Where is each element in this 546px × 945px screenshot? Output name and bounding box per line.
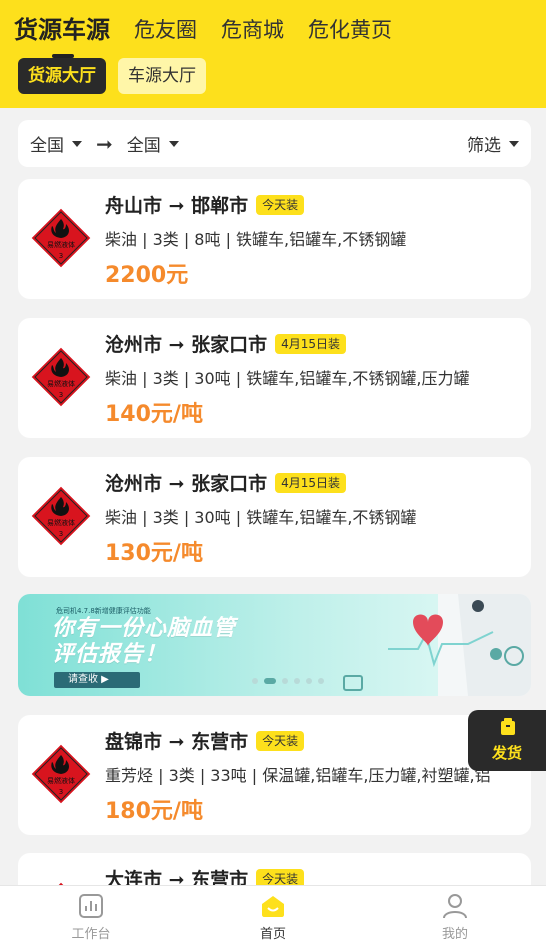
nav-label: 我的 <box>441 927 468 942</box>
home-icon <box>262 896 284 917</box>
carousel-dot <box>294 678 300 684</box>
listing-card[interactable]: 易燃液体 3 舟山市 ➞ 邯郸市 今天装 柴油 | 3类 | 8吨 | 铁罐车,… <box>18 179 531 299</box>
price: 140元/吨 <box>105 402 203 427</box>
route: 盘锦市 ➞ 东营市 今天装 <box>105 727 305 754</box>
nav-label: 工作台 <box>71 927 111 942</box>
hazard-text: 易燃液体 <box>47 518 75 527</box>
carousel-dot <box>318 678 324 684</box>
publish-cargo-button[interactable]: 发货 <box>468 710 546 771</box>
cargo-detail: 柴油 | 3类 | 30吨 | 铁罐车,铝罐车,不锈钢罐,压力罐 <box>105 369 470 388</box>
hazard-class: 3 <box>59 391 63 399</box>
route-text: 盘锦市 ➞ 东营市 <box>105 731 249 753</box>
nav-home[interactable]: 首页 <box>182 886 364 945</box>
carousel-dot <box>282 678 288 684</box>
listing-card[interactable]: 易燃液体 3 沧州市 ➞ 张家口市 4月15日装 柴油 | 3类 | 30吨 |… <box>18 318 531 438</box>
carousel-dots <box>252 678 330 684</box>
caret-down-icon <box>168 140 179 147</box>
route: 沧州市 ➞ 张家口市 4月15日装 <box>105 469 347 496</box>
arrow-right-icon: ➞ <box>96 131 113 156</box>
origin-label: 全国 <box>30 136 64 156</box>
loading-date-badge: 今天装 <box>256 730 305 751</box>
carousel-dot <box>306 678 312 684</box>
promo-banner[interactable]: 危司机4.7.8新增健康评估功能 你有一份心脑血管 评估报告！ 请查收 ▶ <box>18 594 531 696</box>
loading-date-badge: 4月15日装 <box>275 333 347 354</box>
route-text: 舟山市 ➞ 邯郸市 <box>105 195 249 217</box>
banner-title: 你有一份心脑血管 评估报告！ <box>52 616 236 668</box>
publish-label: 发货 <box>491 744 522 762</box>
header: 货源车源 危友圈 危商城 危化黄页 货源大厅 车源大厅 <box>0 0 546 108</box>
caret-down-icon <box>509 140 519 147</box>
tab-mall[interactable]: 危商城 <box>221 14 284 46</box>
banner-caption: 危司机4.7.8新增健康评估功能 <box>56 607 151 615</box>
nav-profile[interactable]: 我的 <box>364 886 546 945</box>
subtab-cargo-hall[interactable]: 货源大厅 <box>18 58 106 94</box>
hazard-class: 3 <box>59 530 63 538</box>
hazard-text: 易燃液体 <box>47 776 75 785</box>
cargo-detail: 柴油 | 3类 | 30吨 | 铁罐车,铝罐车,不锈钢罐 <box>105 508 417 527</box>
route-text: 沧州市 ➞ 张家口市 <box>105 473 268 495</box>
user-icon <box>443 894 467 919</box>
top-tabs: 货源车源 危友圈 危商城 危化黄页 <box>14 14 416 58</box>
tab-yellow-pages[interactable]: 危化黄页 <box>308 14 392 46</box>
origin-select[interactable]: 全国 <box>30 131 82 156</box>
destination-select[interactable]: 全国 <box>127 131 179 156</box>
nav-workbench[interactable]: 工作台 <box>0 886 182 945</box>
doctor-heart-illustration <box>343 594 531 696</box>
listing-card[interactable]: 易燃液体 3 盘锦市 ➞ 东营市 今天装 重芳烃 | 3类 | 33吨 | 保温… <box>18 715 531 835</box>
flammable-liquid-icon: 易燃液体 3 <box>30 743 92 805</box>
carousel-dot <box>252 678 258 684</box>
package-icon <box>501 718 515 735</box>
banner-cta-button[interactable]: 请查收 ▶ <box>54 672 140 688</box>
route-text: 沧州市 ➞ 张家口市 <box>105 334 268 356</box>
route: 舟山市 ➞ 邯郸市 今天装 <box>105 191 305 218</box>
tab-community[interactable]: 危友圈 <box>134 14 197 46</box>
carousel-dot-active <box>264 678 276 684</box>
price: 180元/吨 <box>105 799 203 824</box>
caret-down-icon <box>72 140 82 147</box>
price: 130元/吨 <box>105 541 203 566</box>
bottom-nav: 工作台 首页 我的 <box>0 885 546 945</box>
flammable-liquid-icon: 易燃液体 3 <box>30 346 92 408</box>
sub-tabs: 货源大厅 车源大厅 <box>18 58 218 94</box>
destination-label: 全国 <box>126 136 161 156</box>
hazard-class: 3 <box>59 788 63 796</box>
banner-title-line1: 你有一份心脑血管 <box>52 616 237 641</box>
hazard-class: 3 <box>59 252 63 260</box>
hazard-text: 易燃液体 <box>47 240 75 249</box>
filter-button[interactable]: 筛选 <box>467 131 519 156</box>
banner-title-line2: 评估报告！ <box>52 642 168 667</box>
cargo-detail: 重芳烃 | 3类 | 33吨 | 保温罐,铝罐车,压力罐,衬塑罐,铝 <box>105 766 491 785</box>
flammable-liquid-icon: 易燃液体 3 <box>30 485 92 547</box>
nav-label: 首页 <box>259 927 286 942</box>
chart-icon <box>79 894 103 918</box>
flammable-liquid-icon: 易燃液体 3 <box>30 207 92 269</box>
loading-date-badge: 今天装 <box>256 194 305 215</box>
price: 2200元 <box>105 263 189 288</box>
cargo-detail: 柴油 | 3类 | 8吨 | 铁罐车,铝罐车,不锈钢罐 <box>105 230 407 249</box>
subtab-vehicle-hall[interactable]: 车源大厅 <box>118 58 206 94</box>
filter-bar: 全国 ➞ 全国 筛选 <box>18 120 531 167</box>
hazard-text: 易燃液体 <box>47 379 75 388</box>
loading-date-badge: 4月15日装 <box>275 472 347 493</box>
listing-card[interactable]: 易燃液体 3 沧州市 ➞ 张家口市 4月15日装 柴油 | 3类 | 30吨 |… <box>18 457 531 577</box>
filter-label: 筛选 <box>467 136 501 156</box>
tab-cargo-vehicle[interactable]: 货源车源 <box>14 14 110 58</box>
route: 沧州市 ➞ 张家口市 4月15日装 <box>105 330 347 357</box>
